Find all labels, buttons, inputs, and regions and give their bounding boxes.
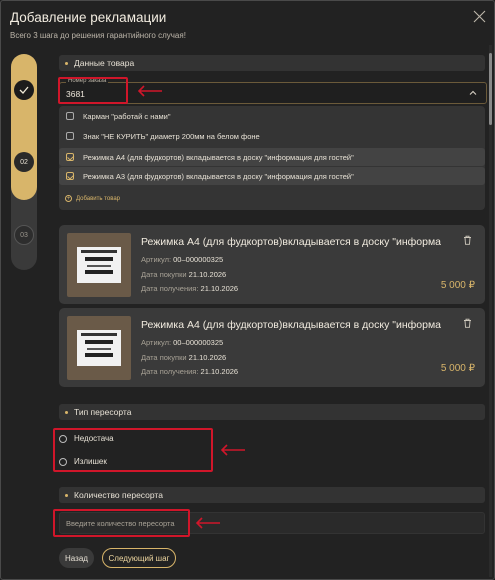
product-purchase-date: Дата покупки 21.10.2026 — [141, 353, 227, 362]
product-article: Артикул: 00–000000325 — [141, 338, 224, 347]
product-option-selected[interactable]: Режимка А4 (для фудкортов) вкладывается … — [59, 148, 485, 166]
trash-icon[interactable] — [463, 318, 472, 328]
modal-subtitle: Всего 3 шага до решения гарантийного слу… — [10, 31, 186, 40]
section-dot-icon — [65, 61, 68, 65]
plus-circle-icon: + — [65, 195, 72, 202]
step-1-completed — [14, 80, 34, 100]
trash-icon[interactable] — [463, 235, 472, 245]
product-card: Режимка А4 (для фудкортов)вкладывается в… — [59, 308, 485, 387]
product-option-label: Знак "НЕ КУРИТЬ" диаметр 200мм на белом … — [83, 131, 260, 141]
product-name: Режимка А4 (для фудкортов)вкладывается в… — [141, 236, 441, 248]
add-product-label: Добавить товар — [76, 195, 120, 202]
product-price: 5 000 ₽ — [440, 363, 475, 374]
highlight-box — [58, 77, 128, 104]
product-image — [67, 233, 131, 297]
product-card: Режимка А4 (для фудкортов)вкладывается в… — [59, 225, 485, 304]
chevron-up-icon[interactable] — [468, 88, 478, 98]
step-2-current: 02 — [14, 152, 34, 172]
product-option-selected[interactable]: Режимка А3 (для фудкортов) вкладывается … — [59, 167, 485, 185]
product-article: Артикул: 00–000000325 — [141, 255, 224, 264]
product-option[interactable]: Карман "работай с нами" — [59, 107, 485, 125]
product-option[interactable]: Знак "НЕ КУРИТЬ" диаметр 200мм на белом … — [59, 127, 485, 145]
product-receipt-date: Дата получения: 21.10.2026 — [141, 367, 239, 376]
product-option-label: Карман "работай с нами" — [83, 111, 171, 121]
checkbox[interactable] — [66, 132, 74, 140]
arrow-left-icon — [195, 517, 220, 529]
scrollbar-thumb[interactable] — [489, 53, 492, 125]
section-dot-icon — [65, 410, 68, 414]
checkbox-checked[interactable] — [66, 153, 74, 161]
checkbox-checked[interactable] — [66, 172, 74, 180]
back-button[interactable]: Назад — [59, 548, 94, 568]
arrow-left-icon — [137, 85, 162, 97]
next-step-button[interactable]: Следующий шаг — [102, 548, 176, 568]
section-dot-icon — [65, 493, 68, 497]
section-title: Данные товара — [74, 58, 135, 68]
step-3-pending: 03 — [14, 225, 34, 245]
modal-title: Добавление рекламации — [10, 10, 167, 25]
product-name: Режимка А4 (для фудкортов)вкладывается в… — [141, 319, 441, 331]
section-title: Количество пересорта — [74, 490, 163, 500]
section-resort-quantity: Количество пересорта — [59, 487, 485, 503]
check-icon — [19, 86, 29, 94]
stepper-progress-fill — [11, 54, 37, 200]
claim-modal: Добавление рекламации Всего 3 шага до ре… — [0, 0, 495, 580]
product-option-label: Режимка А3 (для фудкортов) вкладывается … — [83, 171, 354, 181]
product-price: 5 000 ₽ — [440, 280, 475, 291]
scrollbar[interactable] — [489, 45, 492, 577]
section-resort-type: Тип пересорта — [59, 404, 485, 420]
section-title: Тип пересорта — [74, 407, 132, 417]
product-image — [67, 316, 131, 380]
arrow-left-icon — [220, 444, 245, 456]
product-dropdown: Карман "работай с нами" Знак "НЕ КУРИТЬ"… — [59, 106, 485, 210]
checkbox[interactable] — [66, 112, 74, 120]
product-receipt-date: Дата получения: 21.10.2026 — [141, 284, 239, 293]
progress-stepper: 02 03 — [11, 54, 37, 270]
close-icon[interactable] — [473, 10, 486, 23]
highlight-box — [53, 428, 213, 472]
product-option-label: Режимка А4 (для фудкортов) вкладывается … — [83, 152, 354, 162]
section-product-data: Данные товара — [59, 55, 485, 71]
highlight-box — [53, 509, 190, 537]
add-product-link[interactable]: + Добавить товар — [65, 195, 120, 202]
product-purchase-date: Дата покупки 21.10.2026 — [141, 270, 227, 279]
